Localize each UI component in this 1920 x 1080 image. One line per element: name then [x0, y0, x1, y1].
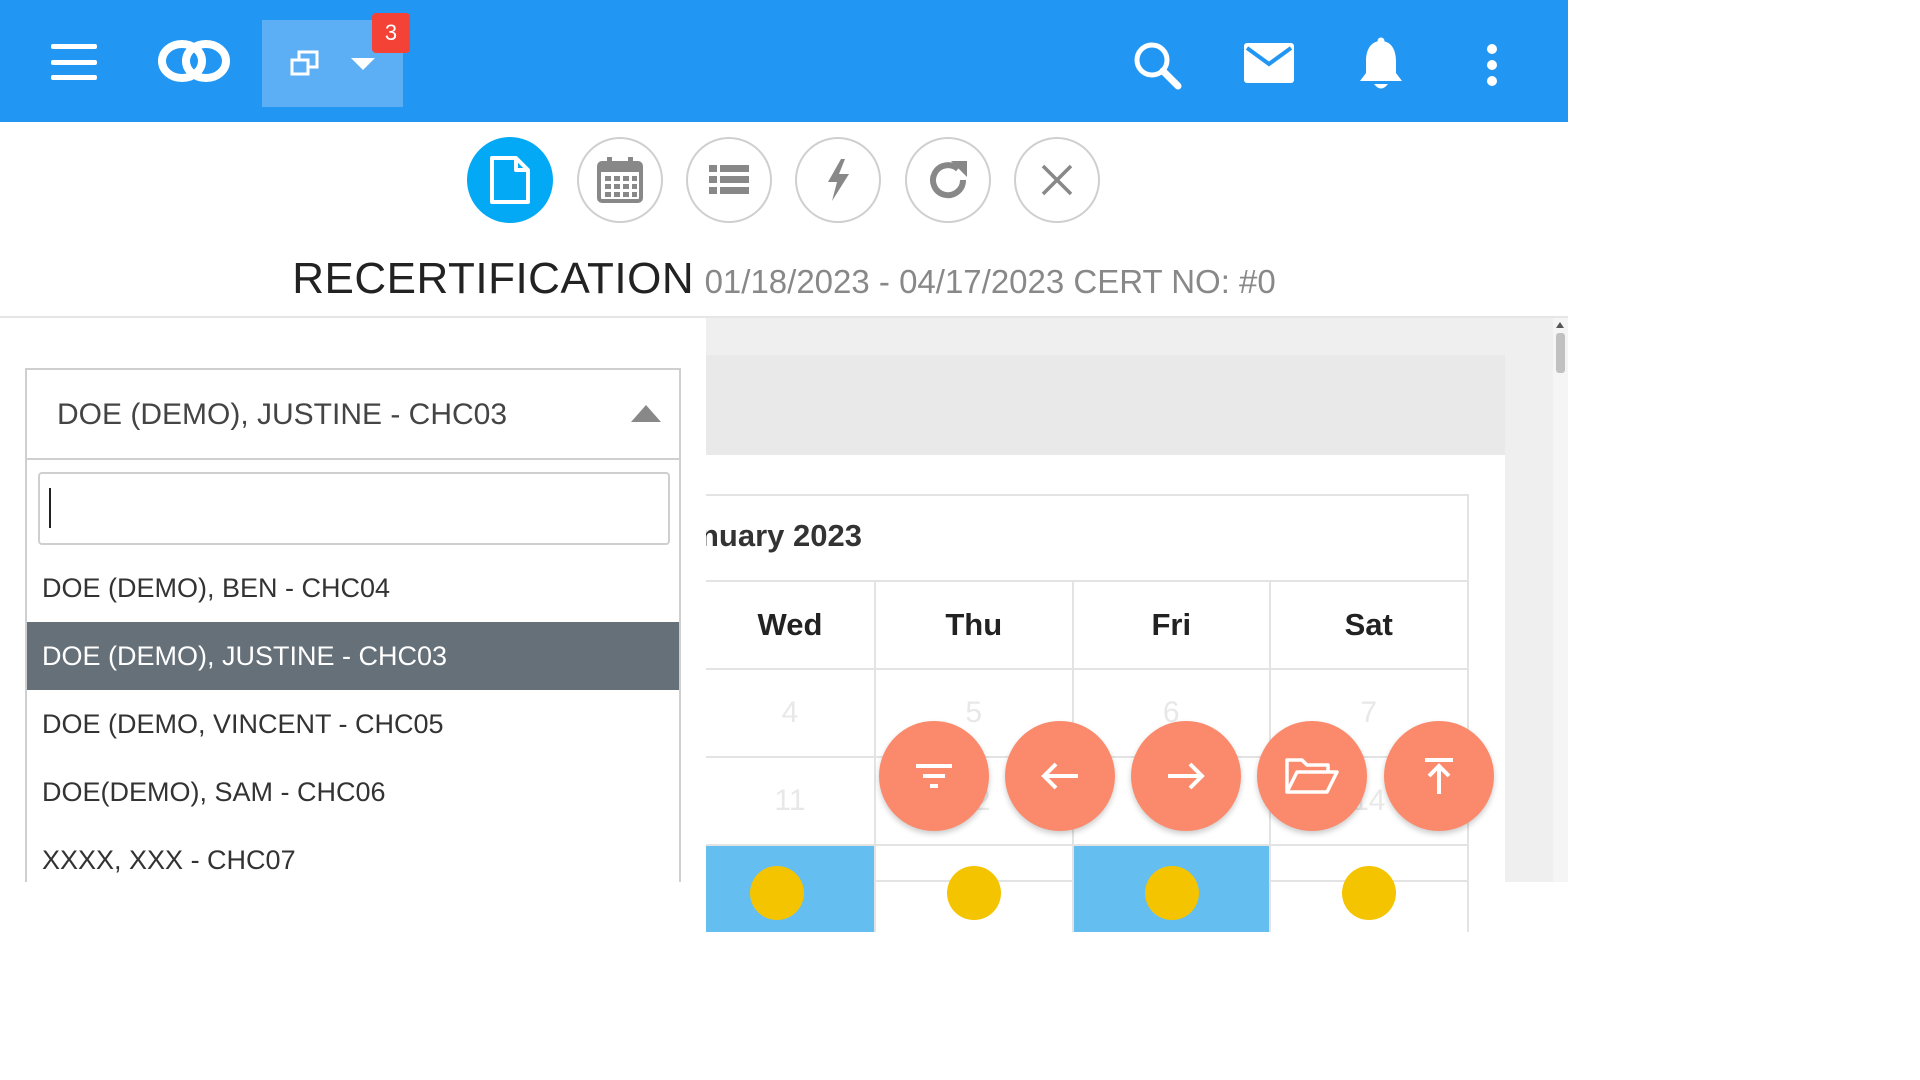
- event-marker[interactable]: [1145, 866, 1199, 920]
- patient-dropdown: DOE (DEMO), BEN - CHC04 DOE (DEMO), JUST…: [25, 458, 681, 882]
- arrow-right-icon: [1166, 761, 1206, 791]
- calendar-icon: [596, 156, 644, 204]
- bell-icon[interactable]: [1354, 36, 1408, 92]
- scroll-top-icon: [1422, 756, 1456, 796]
- patient-option[interactable]: DOE (DEMO, VINCENT - CHC05: [27, 690, 679, 758]
- scroll-up-arrow-icon[interactable]: [1556, 322, 1564, 328]
- scroll-to-top-button[interactable]: [1384, 721, 1494, 831]
- lightning-icon: [823, 158, 853, 202]
- notification-count-badge: 3: [372, 13, 410, 53]
- page-title: RECERTIFICATION: [292, 254, 695, 303]
- previous-button[interactable]: [1005, 721, 1115, 831]
- window-switch-icon: [290, 50, 320, 78]
- scrollbar-thumb[interactable]: [1556, 333, 1565, 373]
- lightning-button[interactable]: [795, 137, 881, 223]
- filter-button[interactable]: [879, 721, 989, 831]
- scrollbar[interactable]: [1553, 318, 1568, 882]
- caret-up-icon: [631, 405, 661, 422]
- patient-option[interactable]: XXXX, XXX - CHC07: [27, 826, 679, 894]
- mail-icon[interactable]: [1240, 40, 1298, 86]
- caret-down-icon: [350, 56, 376, 72]
- cert-period: 01/18/2023 - 04/17/2023 CERT NO: #0: [704, 263, 1276, 300]
- weekday-header: Sat: [1271, 580, 1469, 668]
- open-folder-button[interactable]: [1257, 721, 1367, 831]
- weekday-header: Wed: [706, 580, 876, 668]
- search-icon[interactable]: [1130, 38, 1184, 92]
- calendar-header-row: Wed Thu Fri Sat: [706, 580, 1469, 668]
- more-vertical-icon[interactable]: [1476, 40, 1508, 90]
- close-icon: [1040, 163, 1074, 197]
- filter-icon: [914, 761, 954, 791]
- calendar-panel-header: [706, 355, 1505, 455]
- patient-option[interactable]: DOE (DEMO), JUSTINE - CHC03: [27, 622, 679, 690]
- calendar-day[interactable]: 11: [706, 756, 876, 844]
- next-button[interactable]: [1131, 721, 1241, 831]
- event-marker[interactable]: [947, 866, 1001, 920]
- patient-option[interactable]: DOE(DEMO), SAM - CHC06: [27, 758, 679, 826]
- patient-select[interactable]: DOE (DEMO), JUSTINE - CHC03: [25, 368, 681, 460]
- document-icon: [488, 155, 532, 205]
- list-button[interactable]: [686, 137, 772, 223]
- weekday-header: Thu: [876, 580, 1074, 668]
- folder-open-icon: [1284, 756, 1340, 796]
- document-button[interactable]: [467, 137, 553, 223]
- list-icon: [709, 163, 749, 197]
- patient-search-input[interactable]: [38, 472, 670, 545]
- calendar-day[interactable]: 4: [706, 668, 876, 756]
- calendar-month-title: nuary 2023: [700, 518, 862, 553]
- text-caret: [49, 488, 51, 528]
- event-marker[interactable]: [750, 866, 804, 920]
- patient-option[interactable]: DOE (DEMO), BEN - CHC04: [27, 554, 679, 622]
- calendar-button[interactable]: [577, 137, 663, 223]
- event-marker[interactable]: [1342, 866, 1396, 920]
- refresh-icon: [925, 157, 971, 203]
- arrow-left-icon: [1040, 761, 1080, 791]
- patient-select-value: DOE (DEMO), JUSTINE - CHC03: [57, 398, 508, 431]
- weekday-header: Fri: [1073, 580, 1271, 668]
- page-title-bar: RECERTIFICATION 01/18/2023 - 04/17/2023 …: [0, 254, 1568, 304]
- app-logo[interactable]: [152, 30, 236, 92]
- close-button[interactable]: [1014, 137, 1100, 223]
- hamburger-menu-icon[interactable]: [44, 38, 104, 86]
- refresh-button[interactable]: [905, 137, 991, 223]
